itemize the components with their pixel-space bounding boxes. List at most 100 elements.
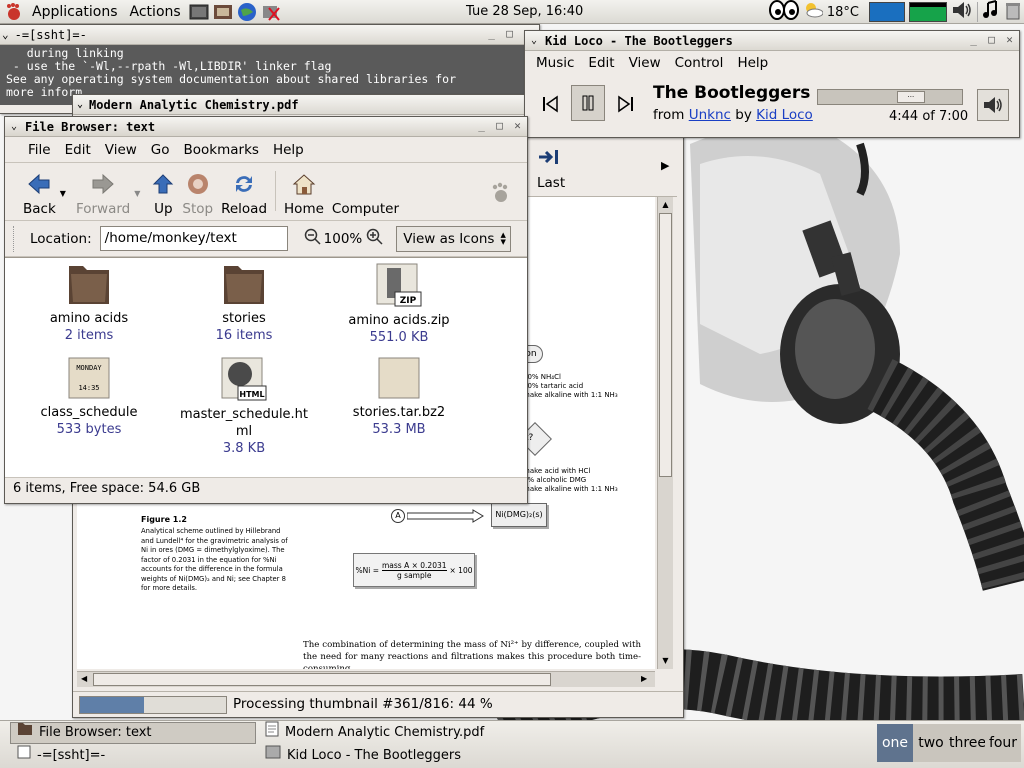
- hscroll-thumb[interactable]: [93, 673, 551, 686]
- computer-label: Computer: [331, 201, 400, 217]
- scroll-down-arrow-icon[interactable]: ▼: [658, 653, 673, 669]
- pdf-vertical-scrollbar[interactable]: ▲ ▼: [657, 197, 673, 669]
- view-as-select[interactable]: View as Icons ▲ ▼: [396, 225, 511, 252]
- location-input[interactable]: /home/monkey/text: [99, 226, 288, 251]
- cpu-monitor[interactable]: [869, 2, 905, 22]
- minimize-icon[interactable]: _: [474, 119, 489, 134]
- file-icon-view[interactable]: amino acids 2 items stories 16 items ZIP…: [5, 257, 527, 477]
- file-item[interactable]: ZIP amino acids.zip 551.0 KB: [334, 262, 464, 346]
- file-item[interactable]: stories 16 items: [179, 262, 309, 344]
- task-pdf[interactable]: Modern Analytic Chemistry.pdf: [258, 721, 504, 745]
- workspace-four[interactable]: four: [985, 724, 1021, 762]
- computer-button[interactable]: Computer: [328, 167, 403, 217]
- html-file-icon: HTML: [221, 357, 267, 401]
- last-page-button[interactable]: Last: [537, 175, 565, 191]
- window-menu-icon[interactable]: ⌄: [11, 121, 17, 132]
- pdf-horizontal-scrollbar[interactable]: ◀ ▶: [77, 671, 655, 687]
- minimize-icon[interactable]: _: [484, 27, 499, 42]
- scroll-left-arrow-icon[interactable]: ◀: [81, 674, 87, 683]
- volume-icon[interactable]: [951, 0, 973, 24]
- terminal-menu-icon[interactable]: ⌄: [2, 28, 9, 41]
- sidebar-expand-arrow-icon[interactable]: ▶: [661, 159, 669, 172]
- music-player-window[interactable]: ⌄ Kid Loco - The Bootleggers _ □ ✕ Music E…: [524, 30, 1020, 138]
- close-icon[interactable]: ✕: [1002, 33, 1017, 48]
- workspace-one[interactable]: one: [877, 724, 913, 762]
- file-browser-titlebar[interactable]: ⌄ File Browser: text _ □ ✕: [5, 117, 527, 137]
- music-note-icon[interactable]: [982, 0, 1000, 24]
- location-bar-handle[interactable]: [13, 225, 16, 252]
- temperature[interactable]: 18°C: [827, 5, 859, 20]
- workspace-three[interactable]: three: [949, 724, 986, 762]
- gnome-foot-icon[interactable]: [4, 2, 24, 22]
- maximize-icon[interactable]: □: [984, 33, 999, 48]
- file-item[interactable]: MONDAY 14:35 class_schedule 533 bytes: [24, 356, 154, 438]
- next-button[interactable]: [609, 87, 643, 121]
- music-menu-item[interactable]: Edit: [581, 55, 621, 71]
- music-menu-item[interactable]: Control: [668, 55, 731, 71]
- artist-link[interactable]: Kid Loco: [756, 107, 813, 123]
- zoom-out-icon[interactable]: [304, 228, 322, 250]
- music-menubar: Music Edit View Control Help: [525, 51, 1019, 75]
- workspace-two[interactable]: two: [913, 724, 949, 762]
- up-button[interactable]: Up: [148, 167, 178, 217]
- applications-menu[interactable]: Applications: [26, 0, 124, 24]
- menu-file[interactable]: File: [21, 142, 58, 158]
- previous-button[interactable]: [533, 87, 567, 121]
- forward-button[interactable]: Forward: [72, 167, 134, 217]
- home-button[interactable]: Home: [280, 167, 328, 217]
- file-browser-window[interactable]: ⌄ File Browser: text _ □ ✕ File Edit View …: [4, 116, 528, 504]
- reload-button[interactable]: Reload: [217, 167, 271, 217]
- pdf-small-icon: [265, 721, 279, 745]
- actions-menu[interactable]: Actions: [124, 0, 187, 24]
- maximize-icon[interactable]: □: [492, 119, 507, 134]
- memory-monitor[interactable]: [909, 2, 947, 22]
- menu-edit[interactable]: Edit: [58, 142, 98, 158]
- file-item[interactable]: stories.tar.bz2 53.3 MB: [334, 356, 464, 438]
- scroll-right-arrow-icon[interactable]: ▶: [641, 674, 647, 683]
- menu-go[interactable]: Go: [144, 142, 177, 158]
- step2-line: make acid with HCl: [523, 467, 591, 475]
- web-browser-launcher-icon[interactable]: [237, 2, 257, 22]
- trash-applet-icon[interactable]: [1004, 0, 1022, 24]
- terminal-titlebar[interactable]: ⌄ -=[ssht]=- _ □: [0, 25, 539, 45]
- back-history-arrow-icon[interactable]: ▼: [60, 189, 66, 198]
- file-item[interactable]: HTML master_schedule.ht ml 3.8 KB: [179, 356, 309, 457]
- zoom-in-icon[interactable]: [366, 228, 384, 250]
- volume-button[interactable]: [977, 89, 1009, 121]
- last-page-icon[interactable]: [537, 147, 561, 171]
- album-link[interactable]: Unknc: [689, 107, 731, 123]
- menu-view[interactable]: View: [98, 142, 144, 158]
- task-music-player[interactable]: Kid Loco - The Bootleggers: [258, 745, 504, 767]
- file-name: stories.tar.bz2: [352, 405, 446, 420]
- pause-button[interactable]: [571, 85, 605, 121]
- up-arrow-icon: [153, 174, 174, 194]
- menu-help[interactable]: Help: [266, 142, 311, 158]
- music-menu-item[interactable]: View: [622, 55, 668, 71]
- calendar-file-icon: MONDAY 14:35: [68, 357, 110, 399]
- film-launcher-icon[interactable]: [213, 2, 233, 22]
- next-track-icon: [618, 95, 633, 113]
- file-name: master_schedule.ht ml: [179, 406, 309, 440]
- music-menu-item[interactable]: Help: [730, 55, 775, 71]
- stop-button[interactable]: Stop: [178, 167, 217, 217]
- music-titlebar[interactable]: ⌄ Kid Loco - The Bootleggers _ □ ✕: [525, 31, 1019, 51]
- music-menu-item[interactable]: Music: [529, 55, 581, 71]
- scroll-thumb[interactable]: [659, 213, 672, 477]
- seek-slider[interactable]: ···: [817, 89, 963, 105]
- zoom-level[interactable]: 100%: [324, 231, 363, 247]
- task-file-browser[interactable]: File Browser: text: [10, 722, 256, 744]
- file-item[interactable]: amino acids 2 items: [24, 262, 154, 344]
- terminal-launcher-icon[interactable]: [189, 2, 209, 22]
- forward-history-arrow-icon[interactable]: ▼: [134, 189, 140, 198]
- scroll-up-arrow-icon[interactable]: ▲: [658, 197, 673, 213]
- close-icon[interactable]: ✕: [510, 119, 525, 134]
- back-button[interactable]: Back: [19, 167, 60, 217]
- html-badge: HTML: [239, 390, 264, 399]
- maximize-icon[interactable]: □: [502, 27, 517, 42]
- menu-bookmarks[interactable]: Bookmarks: [177, 142, 266, 158]
- close-session-icon[interactable]: [261, 2, 281, 22]
- minimize-icon[interactable]: _: [966, 33, 981, 48]
- task-terminal[interactable]: -=[ssht]=-: [10, 745, 256, 767]
- clock[interactable]: Tue 28 Sep, 16:40: [466, 0, 583, 24]
- seek-thumb[interactable]: ···: [896, 91, 925, 103]
